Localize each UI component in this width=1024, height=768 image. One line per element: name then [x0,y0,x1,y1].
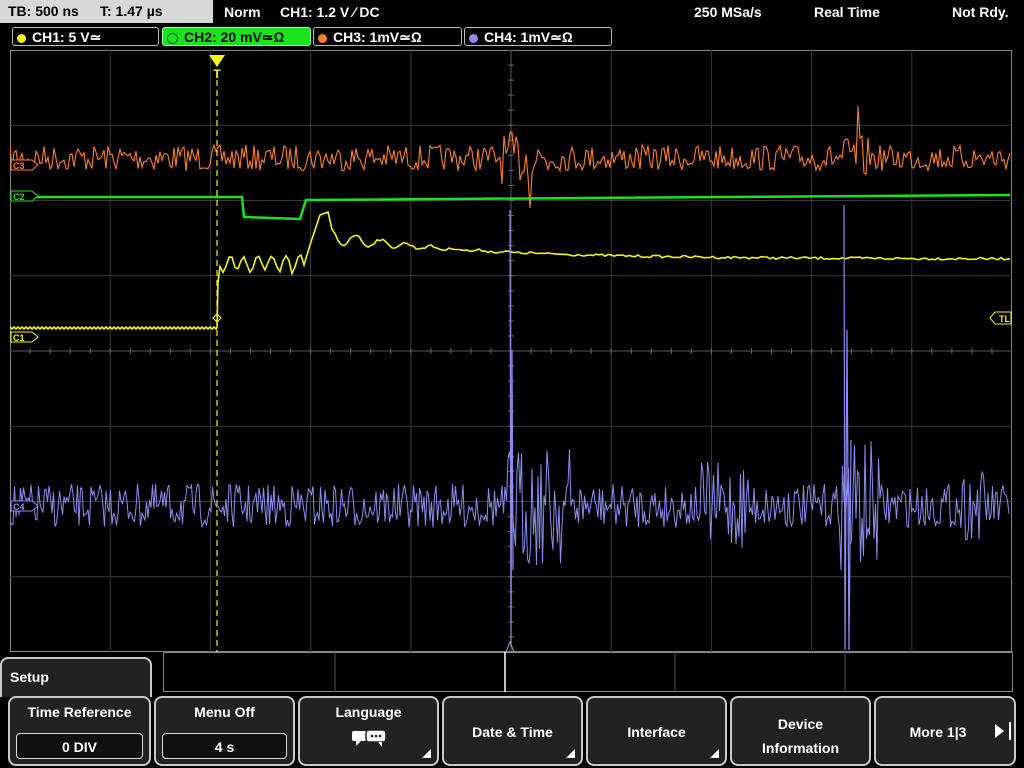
time-reference-value: 0 DIV [16,733,143,759]
channel-ch1[interactable]: CH1: 5 V≃ [12,27,159,46]
menu-off-value: 4 s [162,733,287,759]
date-time-softkey[interactable]: Date & Time [442,696,583,766]
trigger-level-marker[interactable]: TL [989,311,1012,325]
date-time-label: Date & Time [472,724,553,740]
ch1-label: CH1: 5 V≃ [32,29,102,45]
ch3-color-dot [318,33,327,43]
next-page-bar-icon [1009,722,1011,740]
more-softkey[interactable]: More 1|3 [874,696,1016,766]
channel-ch4[interactable]: CH4: 1mV≃Ω [464,27,612,46]
channel-ch2[interactable]: CH2: 20 mV≃Ω [162,27,311,46]
device-information-softkey[interactable]: Device Information [730,696,871,766]
more-label: More 1|3 [909,724,967,740]
channel-bar: CH1: 5 V≃ CH2: 20 mV≃Ω CH3: 1mV≃Ω CH4: 1… [0,26,1024,48]
ready-state: Not Rdy. [952,4,1009,20]
trigger-info[interactable]: CH1: 1.2 V ∕ DC [280,0,380,24]
device-information-label-line1: Device [777,716,824,732]
ch2-label: CH2: 20 mV≃Ω [184,29,285,45]
time-reference-softkey[interactable]: Time Reference 0 DIV [8,696,151,766]
device-information-label-line2: Information [762,740,839,756]
zoom-window-strip [163,652,1013,692]
timebase-box[interactable]: TB: 500 ns T: 1.47 µs [0,0,213,23]
ch3-label: CH3: 1mV≃Ω [333,29,422,45]
setup-menu-tab[interactable]: Setup [0,657,152,697]
time-reference-label: Time Reference [27,704,132,720]
submenu-corner-icon [422,749,431,758]
language-label: Language [335,704,402,720]
ch3-marker-label: C3 [13,161,25,171]
ch1-marker-label: C1 [13,333,25,343]
submenu-corner-icon [710,749,719,758]
trigger-mode[interactable]: Norm [224,0,261,24]
trigger-level-label: TL [999,314,1010,324]
next-page-arrow-icon [995,724,1004,738]
trigger-t-icon: T [213,67,221,81]
waveform-display[interactable]: T TL C1 C2 C3 C4 [10,50,1012,652]
menu-off-softkey[interactable]: Menu Off 4 s [154,696,295,766]
ch4-color-dot [469,33,478,43]
timebase-value: TB: 500 ns [8,3,79,19]
language-softkey[interactable]: Language [298,696,439,766]
ch4-marker-label: C4 [13,502,25,512]
submenu-corner-icon [566,749,575,758]
trigger-time-value: T: 1.47 µs [100,3,163,19]
ch1-color-dot [17,33,26,43]
acquisition-mode: Real Time [814,4,880,20]
sample-rate: 250 MSa/s [694,4,762,20]
ch2-marker-label: C2 [13,192,25,202]
ch4-label: CH4: 1mV≃Ω [484,29,573,45]
channel-ch3[interactable]: CH3: 1mV≃Ω [313,27,462,46]
speech-bubbles-icon [352,729,387,747]
menu-off-label: Menu Off [194,704,255,720]
status-bar: TB: 500 ns T: 1.47 µs Norm CH1: 1.2 V ∕ … [0,0,1024,24]
ch2-color-dot [167,32,178,44]
interface-softkey[interactable]: Interface [586,696,727,766]
interface-label: Interface [627,724,686,740]
